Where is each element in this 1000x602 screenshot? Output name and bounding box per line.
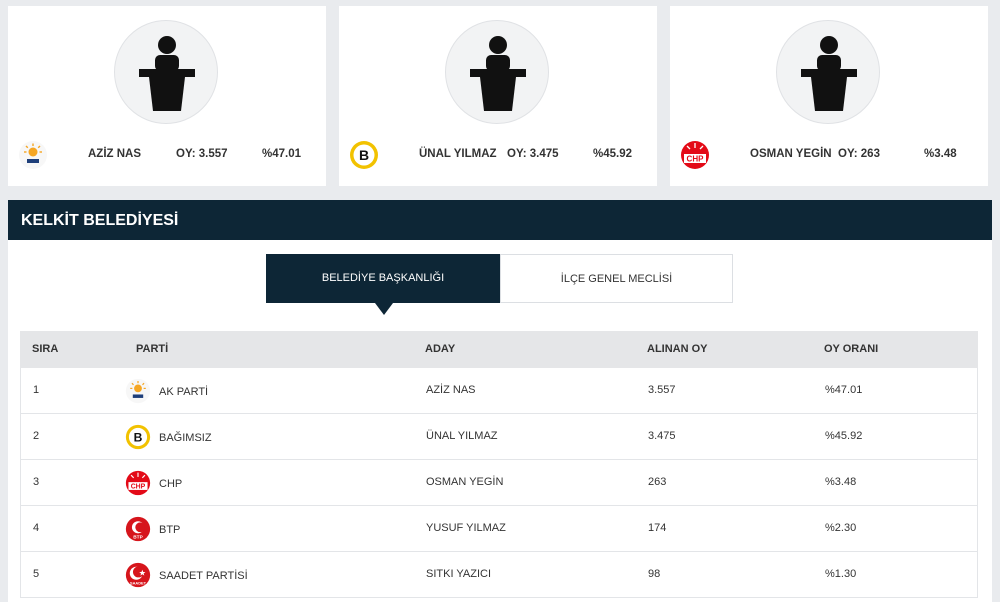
results-table: SIRA PARTİ ADAY ALINAN OY OY ORANI 1 AK … — [20, 331, 978, 598]
table-row: 2 B BAĞIMSIZ ÜNAL YILMAZ 3.475 %45.92 — [20, 414, 978, 460]
candidate-cards: AZİZ NAS OY: 3.557 %47.01 B ÜNAL YILMAZ … — [8, 6, 988, 186]
saadet-logo-icon: SAADET — [125, 562, 151, 588]
podium-speaker-icon — [801, 36, 857, 111]
row-candidate: ÜNAL YILMAZ — [426, 430, 498, 442]
candidate-card-2[interactable]: B ÜNAL YILMAZ OY: 3.475 %45.92 — [339, 6, 657, 186]
table-header: SIRA PARTİ ADAY ALINAN OY OY ORANI — [20, 331, 978, 368]
svg-text:CHP: CHP — [687, 155, 705, 164]
candidate-percent: %47.01 — [262, 148, 302, 160]
election-tabs: BELEDİYE BAŞKANLIĞI İLÇE GENEL MECLİSİ — [266, 254, 733, 315]
row-party: AK PARTİ — [159, 386, 209, 398]
candidate-card-3[interactable]: CHP OSMAN YEGİN OY: 263 %3.48 — [670, 6, 988, 186]
table-row: 4 BTP BTP YUSUF YILMAZ 174 %2.30 — [20, 506, 978, 552]
table-row: 1 AK PARTİ AZİZ NAS 3.557 %47.01 — [20, 368, 978, 414]
candidate-name: OSMAN YEGİN — [750, 148, 832, 160]
row-candidate: OSMAN YEGİN — [426, 476, 504, 488]
row-votes: 3.557 — [648, 384, 676, 396]
row-rank: 2 — [33, 430, 40, 442]
row-candidate: YUSUF YILMAZ — [426, 522, 506, 534]
row-party: BTP — [159, 524, 181, 536]
row-votes: 174 — [648, 522, 667, 534]
akparti-logo-icon — [19, 141, 47, 169]
results-panel: KELKİT BELEDİYESİ BELEDİYE BAŞKANLIĞI İL… — [8, 200, 992, 602]
row-rank: 5 — [33, 568, 40, 580]
row-votes: 263 — [648, 476, 667, 488]
active-tab-indicator — [375, 303, 393, 315]
row-candidate: SITKI YAZICI — [426, 568, 491, 580]
candidate-percent: %45.92 — [593, 148, 633, 160]
row-rank: 4 — [33, 522, 40, 534]
svg-text:CHP: CHP — [131, 484, 146, 491]
bagimsiz-logo-icon: B — [125, 424, 151, 450]
row-percent: %1.30 — [825, 568, 857, 580]
row-percent: %3.48 — [825, 476, 857, 488]
row-rank: 3 — [33, 476, 40, 488]
panel-title: KELKİT BELEDİYESİ — [8, 200, 992, 240]
header-parti: PARTİ — [136, 343, 169, 355]
btp-logo-icon: BTP — [125, 516, 151, 542]
row-votes: 3.475 — [648, 430, 676, 442]
chp-logo-icon: CHP — [681, 141, 709, 169]
header-oy-orani: OY ORANI — [824, 343, 879, 355]
tab-ilce-genel-meclisi[interactable]: İLÇE GENEL MECLİSİ — [500, 254, 733, 303]
tab-belediye-baskanligi[interactable]: BELEDİYE BAŞKANLIĞI — [266, 254, 500, 303]
candidate-votes: OY: 263 — [838, 148, 880, 160]
svg-text:B: B — [134, 430, 143, 444]
akparti-logo-icon — [125, 378, 151, 404]
row-votes: 98 — [648, 568, 661, 580]
svg-text:SAADET: SAADET — [130, 581, 147, 586]
podium-speaker-icon — [139, 36, 195, 111]
bagimsiz-logo-icon: B — [350, 141, 378, 169]
svg-text:B: B — [359, 147, 369, 163]
row-party: BAĞIMSIZ — [159, 432, 212, 444]
candidate-avatar — [445, 20, 549, 124]
table-row: 5 SAADET SAADET PARTİSİ SITKI YAZICI 98 … — [20, 552, 978, 598]
candidate-name: AZİZ NAS — [88, 148, 142, 160]
svg-text:BTP: BTP — [133, 535, 143, 541]
row-party: CHP — [159, 478, 183, 490]
candidate-avatar — [114, 20, 218, 124]
candidate-votes: OY: 3.557 — [176, 148, 228, 160]
candidate-card-1[interactable]: AZİZ NAS OY: 3.557 %47.01 — [8, 6, 326, 186]
candidate-avatar — [776, 20, 880, 124]
row-percent: %47.01 — [825, 384, 863, 396]
table-row: 3 CHP CHP OSMAN YEGİN 263 %3.48 — [20, 460, 978, 506]
header-alinan-oy: ALINAN OY — [647, 343, 708, 355]
candidate-percent: %3.48 — [924, 148, 957, 160]
candidate-votes: OY: 3.475 — [507, 148, 559, 160]
row-candidate: AZİZ NAS — [426, 384, 476, 396]
row-rank: 1 — [33, 384, 40, 396]
chp-logo-icon: CHP — [125, 470, 151, 496]
candidate-name: ÜNAL YILMAZ — [419, 148, 497, 160]
podium-speaker-icon — [470, 36, 526, 111]
row-percent: %2.30 — [825, 522, 857, 534]
header-aday: ADAY — [425, 343, 456, 355]
header-sira: SIRA — [32, 343, 59, 355]
row-party: SAADET PARTİSİ — [159, 570, 248, 582]
row-percent: %45.92 — [825, 430, 863, 442]
